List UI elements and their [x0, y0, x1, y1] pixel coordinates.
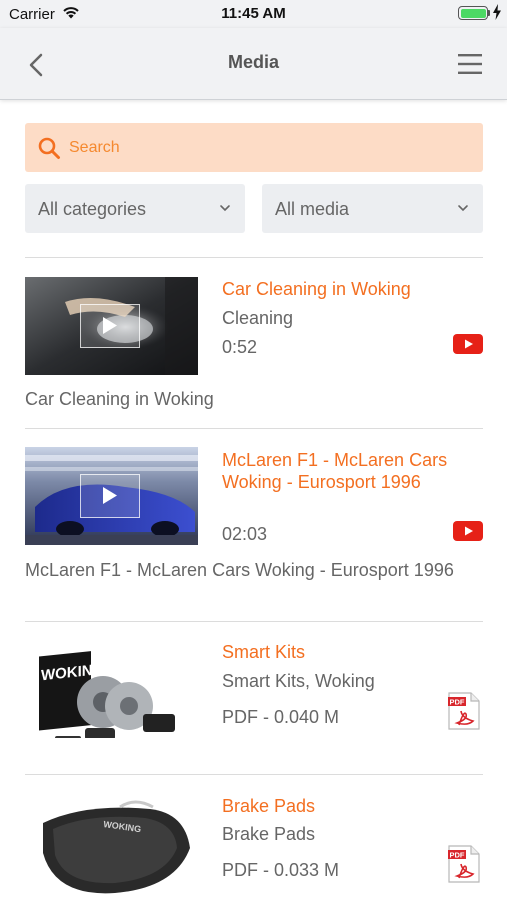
media-type-dropdown[interactable]: All media: [262, 184, 483, 233]
video-thumbnail[interactable]: [25, 447, 198, 545]
search-icon: [38, 137, 60, 159]
item-title[interactable]: Brake Pads: [222, 795, 484, 817]
play-button[interactable]: [80, 474, 140, 518]
youtube-icon[interactable]: [453, 521, 483, 541]
item-duration: 0:52: [222, 337, 258, 357]
item-file-info: PDF - 0.040 M: [222, 707, 340, 727]
svg-text:PDF: PDF: [450, 851, 465, 860]
battery-tip: [488, 10, 490, 16]
hamburger-menu-icon[interactable]: [456, 52, 484, 76]
svg-text:PDF: PDF: [450, 698, 465, 707]
battery-icon: [458, 6, 488, 20]
item-description: Car Cleaning in Woking: [25, 389, 214, 409]
divider: [25, 774, 483, 775]
pdf-icon[interactable]: PDF: [448, 845, 480, 883]
category-dropdown-value: All categories: [38, 199, 147, 219]
item-category: Cleaning: [222, 308, 294, 328]
item-description: McLaren F1 - McLaren Cars Woking - Euros…: [25, 560, 454, 580]
clock: 11:45 AM: [221, 5, 286, 22]
brake-pads-thumbnail-image: WOKING: [25, 793, 198, 900]
item-title[interactable]: Car Cleaning in Woking: [222, 278, 484, 300]
divider: [25, 257, 483, 258]
item-title[interactable]: McLaren F1 - McLaren Cars Woking - Euros…: [222, 449, 484, 493]
search-input[interactable]: [69, 123, 469, 172]
play-button[interactable]: [80, 304, 140, 348]
item-title[interactable]: Smart Kits: [222, 641, 484, 663]
document-thumbnail[interactable]: WOKING: [25, 793, 198, 900]
search-bar[interactable]: [25, 123, 483, 172]
video-thumbnail[interactable]: [25, 277, 198, 375]
chevron-down-icon: [220, 205, 230, 212]
item-category: Smart Kits, Woking: [222, 671, 375, 691]
pdf-icon[interactable]: PDF: [448, 692, 480, 730]
smart-kits-thumbnail-image: WOKING: [25, 640, 198, 738]
item-category: Brake Pads: [222, 824, 316, 844]
page-title: Media: [227, 52, 279, 72]
category-dropdown[interactable]: All categories: [25, 184, 245, 233]
status-bar: Carrier 11:45 AM: [0, 0, 507, 28]
navigation-bar: Media: [0, 28, 507, 100]
play-icon: [103, 487, 117, 504]
youtube-icon[interactable]: [453, 334, 483, 354]
item-duration: 02:03: [222, 524, 268, 544]
item-file-info: PDF - 0.033 M: [222, 860, 340, 880]
divider: [25, 621, 483, 622]
media-dropdown-value: All media: [275, 199, 350, 219]
charging-bolt-icon: [493, 4, 501, 20]
divider: [25, 428, 483, 429]
chevron-down-icon: [458, 205, 468, 212]
play-icon: [103, 317, 117, 334]
document-thumbnail[interactable]: WOKING: [25, 640, 198, 738]
